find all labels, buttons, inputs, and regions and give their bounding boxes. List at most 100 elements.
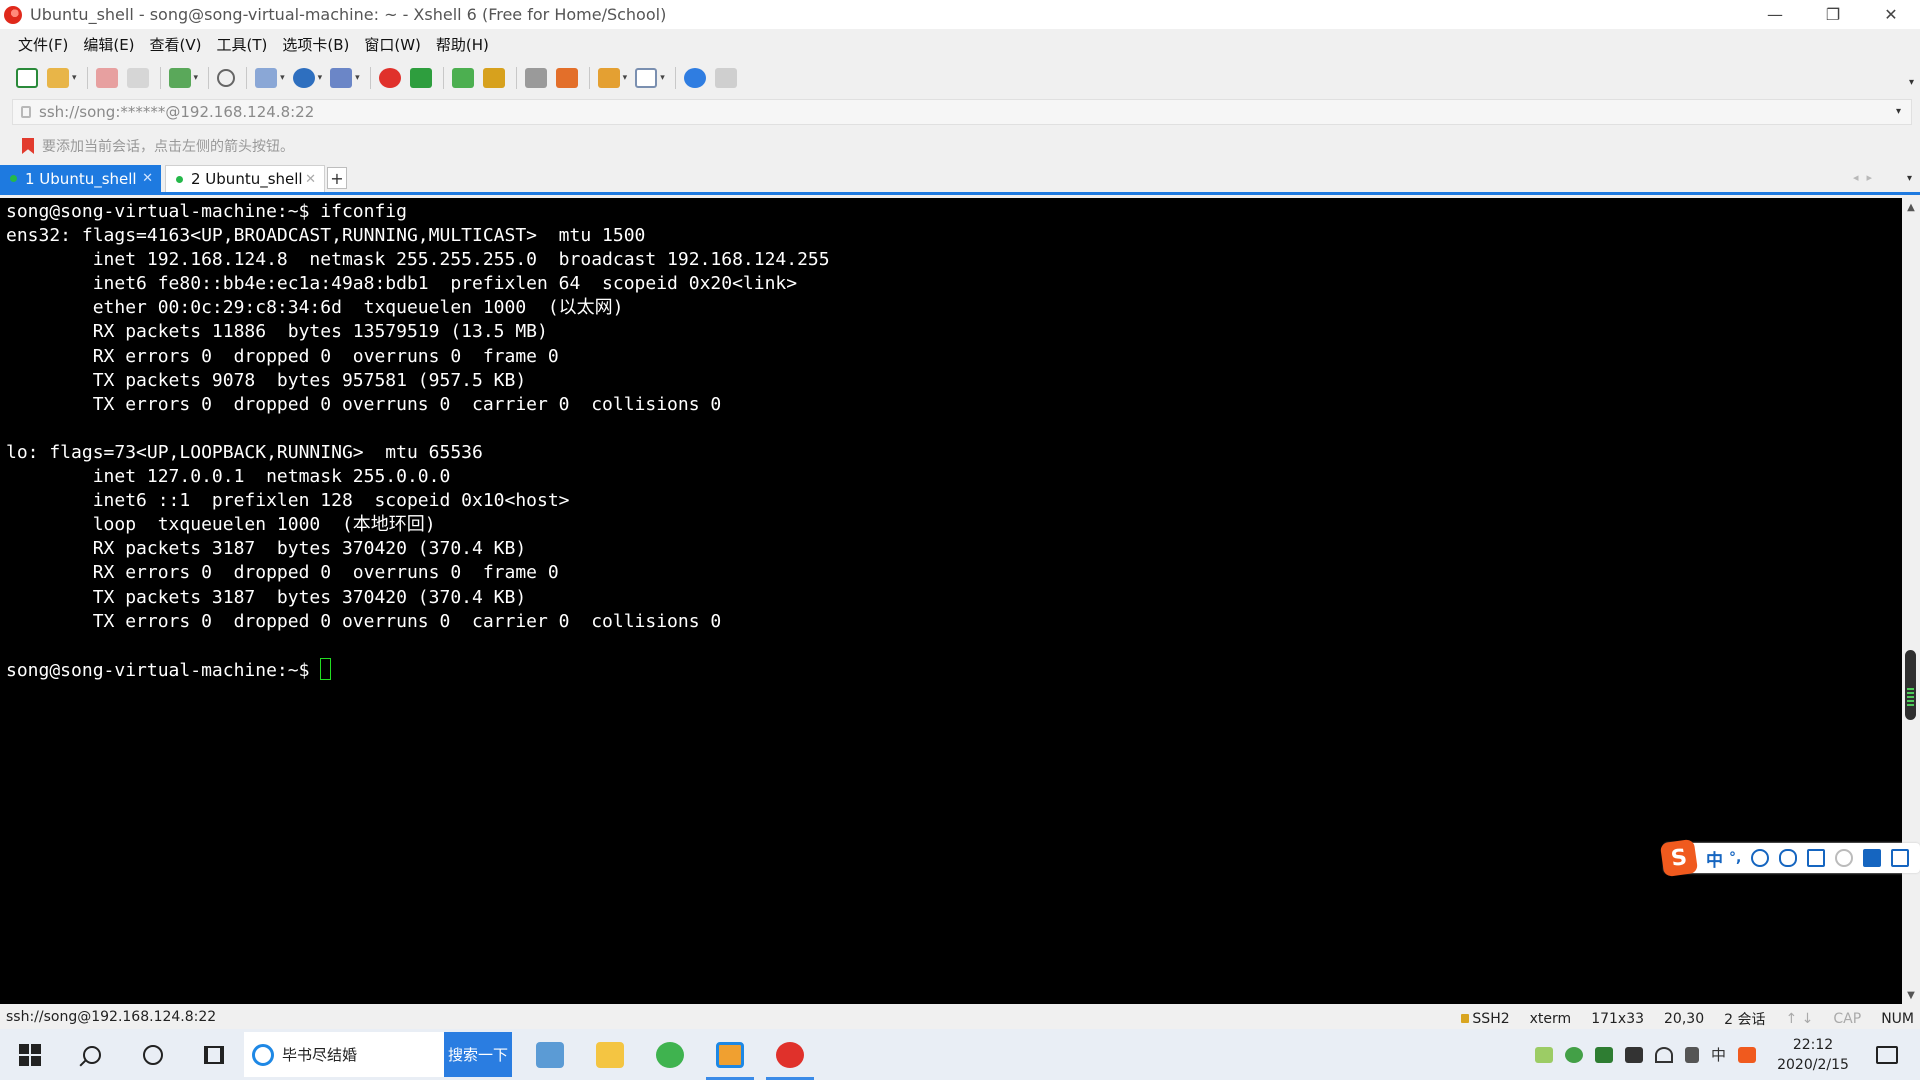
tab-scroll-arrows[interactable]: ◂▸ xyxy=(1853,171,1880,184)
notification-icon[interactable] xyxy=(1876,1045,1898,1064)
disconnect-icon[interactable] xyxy=(95,68,118,88)
tray-ime-indicator[interactable]: 中 xyxy=(1711,1044,1726,1065)
close-tab-icon[interactable]: ✕ xyxy=(142,171,153,186)
search-icon[interactable] xyxy=(217,69,236,87)
close-button[interactable]: ✕ xyxy=(1862,0,1920,29)
scrollbar-thumb[interactable] xyxy=(1905,650,1916,720)
help-icon[interactable] xyxy=(683,68,706,88)
skin-icon[interactable] xyxy=(1863,849,1882,867)
script-icon[interactable] xyxy=(555,68,578,88)
user-icon[interactable] xyxy=(1835,849,1854,867)
chevron-down-icon[interactable]: ▾ xyxy=(280,73,285,83)
terminal-cursor xyxy=(320,657,332,680)
taskbar-app-control-panel[interactable] xyxy=(520,1029,580,1080)
taskbar-clock[interactable]: 22:12 2020/2/15 xyxy=(1768,1035,1858,1075)
globe-icon[interactable] xyxy=(292,68,315,88)
menu-view[interactable]: 查看(V) xyxy=(150,34,202,55)
tray-app-icon[interactable] xyxy=(1534,1046,1553,1063)
chevron-down-icon[interactable]: ▾ xyxy=(72,73,77,83)
chevron-down-icon[interactable]: ▾ xyxy=(194,73,199,83)
chevron-down-icon[interactable]: ▾ xyxy=(1909,77,1914,88)
task-view-icon[interactable] xyxy=(204,1045,224,1064)
taskbar-app-browser[interactable] xyxy=(640,1029,700,1080)
search-icon[interactable] xyxy=(83,1045,101,1064)
scroll-up-icon[interactable]: ▲ xyxy=(1902,198,1920,216)
connected-status-icon xyxy=(10,175,17,182)
sogou-logo-icon[interactable]: S xyxy=(1659,838,1699,878)
cortana-icon[interactable] xyxy=(143,1044,163,1065)
xshell-icon xyxy=(776,1041,804,1068)
tray-nvidia-icon[interactable] xyxy=(1594,1046,1613,1063)
add-tab-button[interactable]: + xyxy=(327,167,347,189)
chevron-down-icon[interactable]: ▾ xyxy=(623,73,628,83)
menu-tab[interactable]: 选项卡(B) xyxy=(282,34,349,55)
terminal-scrollbar[interactable]: ▲ ▼ xyxy=(1902,198,1920,1004)
status-connection: ssh://song@192.168.124.8:22 xyxy=(6,1009,217,1025)
reconnect-icon[interactable] xyxy=(126,68,149,88)
xftp-icon[interactable] xyxy=(378,68,401,88)
microphone-icon[interactable] xyxy=(1779,849,1798,867)
chevron-down-icon[interactable]: ▾ xyxy=(1896,106,1901,117)
tab-group-icon[interactable] xyxy=(597,68,620,88)
chevron-down-icon[interactable]: ▾ xyxy=(660,73,665,83)
toolbar-divider xyxy=(159,67,161,89)
volume-icon[interactable] xyxy=(1684,1046,1699,1063)
status-arrows-icon: ↑ ↓ xyxy=(1785,1011,1814,1027)
new-session-icon[interactable] xyxy=(16,68,38,88)
window-controls: — ❐ ✕ xyxy=(1746,0,1920,29)
taskbar-search-input[interactable]: 毕书尽结婚 xyxy=(244,1032,444,1077)
toolbar-divider xyxy=(208,67,210,89)
terminal-area[interactable]: song@song-virtual-machine:~$ ifconfig en… xyxy=(0,198,1902,1004)
minimize-button[interactable]: — xyxy=(1746,0,1804,29)
keyboard-icon[interactable] xyxy=(524,68,547,88)
menu-tools[interactable]: 工具(T) xyxy=(217,34,268,55)
wifi-icon[interactable] xyxy=(1654,1046,1673,1063)
layout-icon[interactable] xyxy=(635,68,658,88)
lock-icon xyxy=(21,106,31,118)
fullscreen-icon[interactable] xyxy=(451,68,474,88)
tab-ubuntu-shell-2[interactable]: 2 Ubuntu_shell ✕ xyxy=(165,165,325,192)
ime-toolbar[interactable]: S 中 °, xyxy=(1659,838,1920,878)
status-caps-lock: CAP xyxy=(1833,1011,1862,1027)
transfer-icon[interactable] xyxy=(255,68,278,88)
toolbox-icon[interactable] xyxy=(1891,849,1910,867)
open-folder-icon[interactable] xyxy=(47,68,69,88)
taskbar-app-vmware[interactable] xyxy=(700,1029,760,1080)
menu-edit[interactable]: 编辑(E) xyxy=(83,34,134,55)
emoji-icon[interactable] xyxy=(1751,849,1770,867)
close-tab-icon[interactable]: ✕ xyxy=(305,172,316,187)
scroll-down-icon[interactable]: ▼ xyxy=(1902,986,1920,1004)
status-protocol: SSH2 xyxy=(1461,1011,1510,1027)
status-terminal-size: 171x33 xyxy=(1591,1011,1645,1027)
address-input[interactable]: ssh://song:******@192.168.124.8:22 xyxy=(39,103,314,121)
properties-icon[interactable] xyxy=(168,68,191,88)
chevron-down-icon[interactable]: ▾ xyxy=(355,73,360,83)
protocol-label: SSH2 xyxy=(1472,1011,1510,1027)
chat-icon[interactable] xyxy=(714,68,737,88)
battery-icon[interactable] xyxy=(1624,1046,1643,1063)
ime-language[interactable]: 中 xyxy=(1706,846,1723,871)
tab-ubuntu-shell-1[interactable]: 1 Ubuntu_shell ✕ xyxy=(0,165,161,192)
tray-360-icon[interactable] xyxy=(1564,1046,1583,1063)
windows-start-icon[interactable] xyxy=(19,1043,41,1066)
restore-button[interactable]: ❐ xyxy=(1804,0,1862,29)
menu-window[interactable]: 窗口(W) xyxy=(364,34,421,55)
address-bar[interactable]: ssh://song:******@192.168.124.8:22 ▾ xyxy=(12,99,1912,125)
taskbar-app-file-explorer[interactable] xyxy=(580,1029,640,1080)
menu-help[interactable]: 帮助(H) xyxy=(436,34,489,55)
sogou-tray-icon[interactable] xyxy=(1738,1046,1756,1063)
browser-icon xyxy=(656,1041,684,1068)
bookmark-icon[interactable] xyxy=(22,138,34,154)
font-icon[interactable] xyxy=(330,68,353,88)
terminal-prompt: song@song-virtual-machine:~$ xyxy=(6,659,321,681)
taskbar-app-xshell[interactable] xyxy=(760,1029,820,1080)
keyboard-icon[interactable] xyxy=(1807,849,1826,867)
lock-icon[interactable] xyxy=(482,68,505,88)
ime-punctuation[interactable]: °, xyxy=(1729,850,1741,866)
chevron-down-icon[interactable]: ▾ xyxy=(1907,173,1912,184)
menu-file[interactable]: 文件(F) xyxy=(18,34,68,55)
chevron-down-icon[interactable]: ▾ xyxy=(318,73,323,83)
xmanager-icon[interactable] xyxy=(409,68,432,88)
taskbar-search-button[interactable]: 搜索一下 xyxy=(444,1032,512,1077)
status-bar: ssh://song@192.168.124.8:22 SSH2 xterm 1… xyxy=(0,1004,1920,1029)
